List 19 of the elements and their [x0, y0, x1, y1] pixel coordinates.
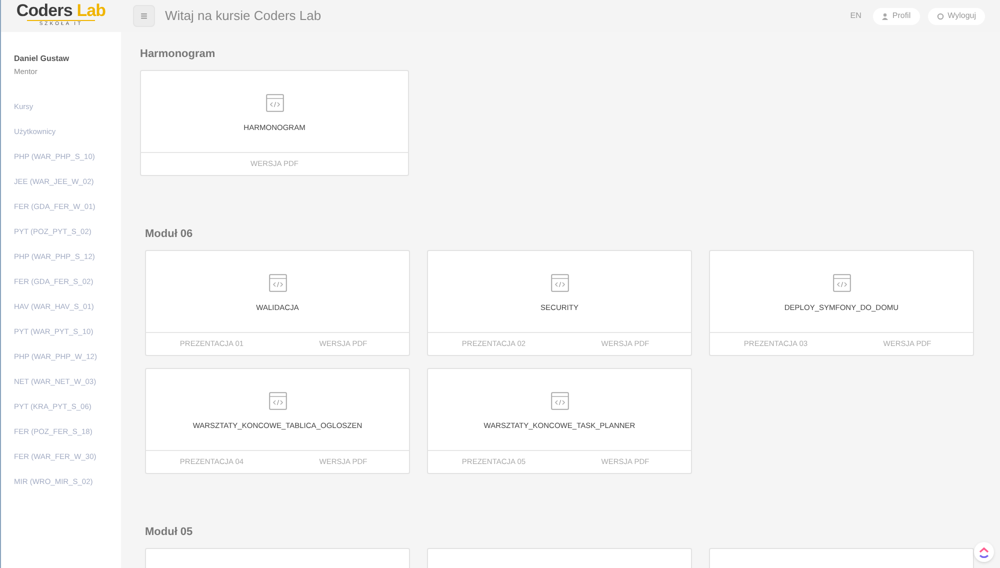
code-window-icon [550, 274, 568, 292]
section-heading: Harmonogram [140, 46, 216, 62]
help-widget-button[interactable] [974, 542, 994, 562]
menu-button[interactable]: ≡ [133, 5, 155, 27]
user-icon [882, 12, 888, 20]
section-heading: Moduł 05 [145, 524, 194, 540]
header-button[interactable]: Profil [873, 8, 920, 24]
section-heading: Moduł 06 [145, 226, 194, 242]
code-window-icon [266, 94, 284, 112]
code-window-icon [832, 274, 850, 292]
power-icon [936, 12, 944, 20]
code-window-icon [268, 392, 286, 410]
code-window-icon [550, 392, 568, 410]
code-window-icon [268, 274, 286, 292]
page-title: Witaj na kursie Coders Lab [165, 7, 322, 26]
header-button[interactable]: Wyloguj [928, 8, 985, 24]
user-name: Daniel Gustaw [14, 53, 70, 65]
language-link[interactable]: EN [850, 10, 862, 22]
chevron-icon [979, 546, 989, 558]
